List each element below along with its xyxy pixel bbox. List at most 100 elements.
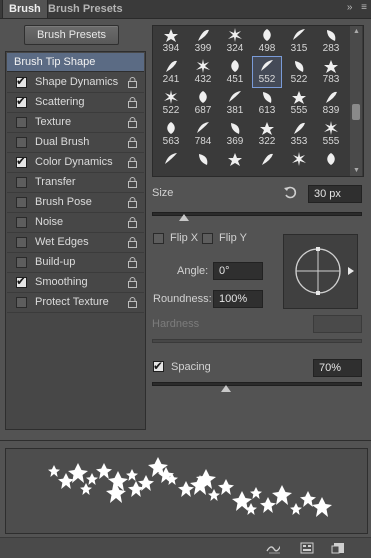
brush-tip-cell[interactable]: 839 (317, 88, 345, 118)
brush-grid-scrollbar[interactable]: ▲ ▼ (350, 26, 362, 176)
brush-tip-cell[interactable]: 283 (317, 26, 345, 56)
brush-tip-cell[interactable] (221, 150, 249, 176)
option-row-transfer[interactable]: Transfer (7, 173, 144, 193)
option-checkbox[interactable] (16, 197, 27, 208)
collapse-panel-icon[interactable]: » (347, 2, 353, 13)
brush-tip-cell[interactable]: 394 (157, 26, 185, 56)
brush-tip-cell[interactable]: 555 (317, 119, 345, 149)
size-input[interactable]: 30 px (308, 185, 362, 203)
lock-icon[interactable] (127, 77, 138, 88)
spacing-slider-thumb[interactable] (220, 385, 231, 392)
option-row-wet-edges[interactable]: Wet Edges (7, 233, 144, 253)
brush-tip-cell[interactable]: 399 (189, 26, 217, 56)
option-row-dual-brush[interactable]: Dual Brush (7, 133, 144, 153)
brush-presets-button[interactable]: Brush Presets (24, 25, 119, 45)
flip-x-checkbox[interactable] (153, 233, 164, 244)
lock-icon[interactable] (127, 137, 138, 148)
brush-tip-cell[interactable]: 451 (221, 57, 249, 87)
brush-tip-cell[interactable] (189, 150, 217, 176)
tab-brush[interactable]: Brush (2, 0, 48, 18)
brush-tip-cell[interactable]: 324 (221, 26, 249, 56)
option-checkbox[interactable] (16, 117, 27, 128)
option-row-noise[interactable]: Noise (7, 213, 144, 233)
option-label: Texture (35, 116, 72, 128)
lock-icon[interactable] (127, 177, 138, 188)
angle-roundness-widget[interactable] (283, 234, 358, 309)
option-row-protect-texture[interactable]: Protect Texture (7, 293, 144, 313)
brush-tip-cell[interactable]: 552 (252, 56, 282, 88)
brush-tip-shape-icon (327, 153, 335, 165)
brush-tip-cell[interactable]: 432 (189, 57, 217, 87)
roundness-input[interactable]: 100% (213, 290, 263, 308)
brush-tip-cell[interactable] (317, 150, 345, 176)
brush-tip-cell[interactable]: 563 (157, 119, 185, 149)
lock-icon[interactable] (127, 277, 138, 288)
brush-tip-cell[interactable]: 783 (317, 57, 345, 87)
brush-tip-cell[interactable]: 241 (157, 57, 185, 87)
scrollbar-thumb[interactable] (352, 104, 360, 120)
tab-brush-presets[interactable]: Brush Presets (42, 0, 129, 18)
option-row-shape-dynamics[interactable]: ✔ Shape Dynamics (7, 73, 144, 93)
brush-tip-cell[interactable]: 522 (285, 57, 313, 87)
spacing-checkbox[interactable] (153, 359, 164, 373)
option-row-brush-pose[interactable]: Brush Pose (7, 193, 144, 213)
lock-icon[interactable] (127, 217, 138, 228)
lock-icon[interactable] (127, 157, 138, 168)
option-checkbox[interactable]: ✔ (16, 274, 27, 288)
option-row-color-dynamics[interactable]: ✔ Color Dynamics (7, 153, 144, 173)
scroll-down-icon[interactable]: ▼ (353, 167, 360, 174)
option-row-build-up[interactable]: Build-up (7, 253, 144, 273)
option-checkbox[interactable]: ✔ (16, 154, 27, 168)
option-row-smoothing[interactable]: ✔ Smoothing (7, 273, 144, 293)
lock-icon[interactable] (127, 257, 138, 268)
brush-tip-shape-icon (164, 29, 178, 42)
brush-tip-size: 369 (226, 136, 244, 147)
brush-tip-cell[interactable]: 353 (285, 119, 313, 149)
option-label: Dual Brush (35, 136, 90, 148)
option-row-scattering[interactable]: ✔ Scattering (7, 93, 144, 113)
lock-icon[interactable] (127, 197, 138, 208)
brush-tip-cell[interactable]: 555 (285, 88, 313, 118)
lock-icon[interactable] (127, 117, 138, 128)
toggle-live-tip-icon[interactable] (266, 542, 280, 554)
brush-tip-cell[interactable]: 613 (253, 88, 281, 118)
flip-y-checkbox[interactable] (202, 233, 213, 244)
reset-size-icon[interactable] (283, 185, 297, 199)
brush-tip-size: 563 (162, 136, 180, 147)
brush-tip-cell[interactable]: 315 (285, 26, 313, 56)
panel-menu-icon[interactable]: ≡ (361, 2, 367, 13)
option-row-texture[interactable]: Texture (7, 113, 144, 133)
brush-tip-shape-icon (261, 60, 273, 71)
brush-tip-cell[interactable] (253, 150, 281, 176)
option-checkbox[interactable] (16, 177, 27, 188)
option-checkbox[interactable] (16, 137, 27, 148)
scroll-up-icon[interactable]: ▲ (353, 28, 360, 35)
brush-tip-size: 522 (162, 105, 180, 116)
option-checkbox[interactable]: ✔ (16, 94, 27, 108)
lock-icon[interactable] (127, 237, 138, 248)
brush-tip-cell[interactable]: 369 (221, 119, 249, 149)
brush-tip-cell[interactable]: 498 (253, 26, 281, 56)
brush-tip-cell[interactable]: 322 (253, 119, 281, 149)
lock-icon[interactable] (127, 97, 138, 108)
option-checkbox[interactable] (16, 297, 27, 308)
spacing-slider-track[interactable] (152, 382, 362, 386)
option-checkbox[interactable] (16, 237, 27, 248)
brush-tip-cell[interactable] (157, 150, 185, 176)
brush-tip-cell[interactable]: 522 (157, 88, 185, 118)
brush-tip-cell[interactable]: 687 (189, 88, 217, 118)
angle-input[interactable]: 0° (213, 262, 263, 280)
option-checkbox[interactable]: ✔ (16, 74, 27, 88)
lock-icon[interactable] (127, 297, 138, 308)
brush-tip-shape-icon (228, 28, 242, 42)
brush-tip-cell[interactable]: 381 (221, 88, 249, 118)
option-checkbox[interactable] (16, 257, 27, 268)
spacing-input[interactable]: 70% (313, 359, 362, 377)
brush-tip-shape-item[interactable]: Brush Tip Shape (7, 53, 144, 72)
option-checkbox[interactable] (16, 217, 27, 228)
brush-projection-icon[interactable] (300, 542, 314, 554)
brush-tip-cell[interactable] (285, 150, 313, 176)
create-new-brush-icon[interactable] (331, 542, 345, 554)
brush-tip-cell[interactable]: 784 (189, 119, 217, 149)
size-slider-thumb[interactable] (178, 214, 189, 221)
